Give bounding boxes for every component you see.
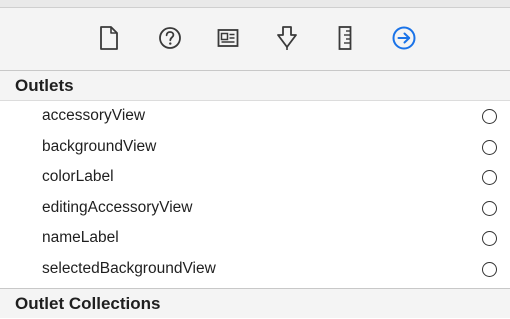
inspector-toolbar [0,8,510,71]
outlet-label: accessoryView [42,107,146,124]
outlet-connection-circle[interactable] [482,231,497,246]
outlet-connection-circle[interactable] [482,261,497,277]
identity-inspector-icon[interactable] [211,21,245,55]
outlet-connection-circle[interactable] [482,200,497,216]
outlet-row: colorLabel [0,162,510,193]
quick-help-icon[interactable] [153,21,187,55]
outlet-list: accessoryView backgroundView colorLabel … [0,101,510,284]
outlet-connection-circle[interactable] [482,109,497,124]
outlet-label: nameLabel [42,229,119,246]
outlet-collections-section-header: Outlet Collections [0,288,510,318]
outlet-connection-circle[interactable] [482,170,497,185]
outlet-row: selectedBackgroundView [0,254,510,285]
outlet-label: colorLabel [42,168,114,185]
outlets-section-header: Outlets [0,71,510,101]
outlet-row: accessoryView [0,101,510,132]
top-divider [0,0,510,8]
outlet-label: editingAccessoryView [42,198,193,216]
file-inspector-icon[interactable] [92,21,126,55]
connections-inspector-icon[interactable] [387,21,421,55]
outlet-row: backgroundView [0,132,510,163]
size-inspector-icon[interactable] [328,21,362,55]
outlet-row: nameLabel [0,223,510,254]
attributes-inspector-icon[interactable] [270,21,304,55]
outlet-label: backgroundView [42,137,157,155]
outlet-row: editingAccessoryView [0,193,510,224]
outlet-connection-circle[interactable] [482,139,497,155]
outlet-label: selectedBackgroundView [42,259,216,277]
